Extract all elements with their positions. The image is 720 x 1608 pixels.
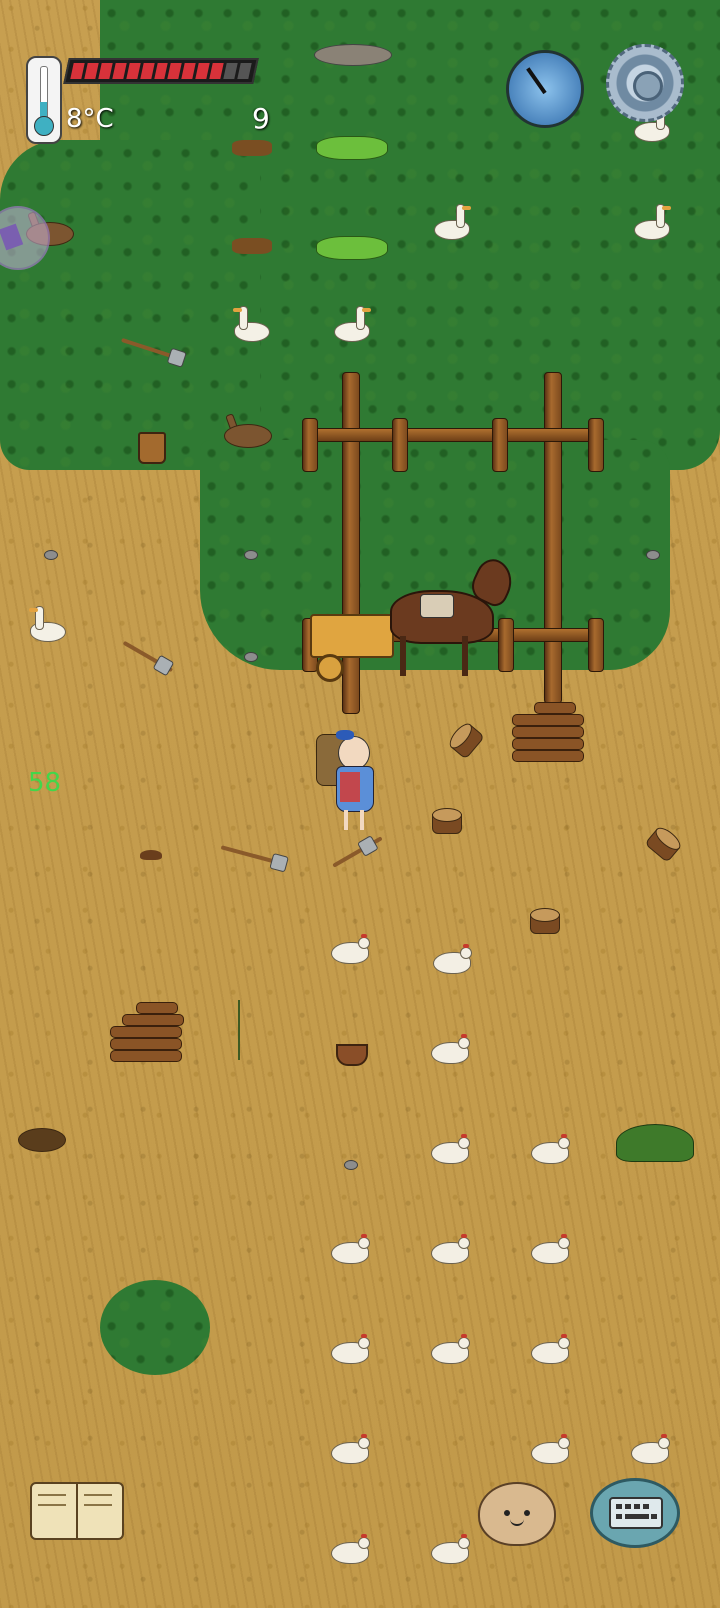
grassland-patch [100, 1280, 210, 1375]
wheat-sheaf[interactable] [316, 136, 388, 160]
tree-stump[interactable] [432, 707, 496, 773]
player-head [338, 736, 370, 770]
fence-post[interactable] [492, 418, 508, 472]
food-pip [167, 63, 183, 79]
food-pip [125, 63, 141, 79]
steel-axe[interactable] [122, 639, 175, 677]
goose[interactable] [26, 604, 70, 644]
wheat-sheaf[interactable] [316, 236, 388, 260]
food-pip [209, 63, 224, 79]
food-pip [84, 63, 99, 79]
domestic-chicken[interactable] [328, 934, 372, 966]
shovel[interactable] [220, 843, 289, 873]
horse-leg [462, 636, 468, 676]
kindling[interactable] [232, 238, 272, 254]
rabbit[interactable] [220, 413, 276, 450]
temperature-readout: 8°C [66, 104, 114, 134]
milkweed-plant[interactable] [238, 1000, 268, 1060]
goose[interactable] [230, 304, 274, 344]
firewood-pile[interactable] [512, 702, 586, 768]
food-pip [153, 63, 169, 79]
cart-wheel[interactable] [316, 654, 344, 682]
domestic-chicken[interactable] [428, 1034, 472, 1066]
food-pip [223, 63, 238, 79]
flint[interactable] [244, 652, 258, 662]
thermometer-icon [26, 56, 62, 144]
fence-rail[interactable] [302, 428, 604, 442]
berry-basket[interactable] [336, 1044, 368, 1066]
food-pip [98, 63, 113, 79]
food-pip [139, 63, 155, 79]
steel-axe[interactable] [331, 835, 383, 870]
player-bow [336, 730, 354, 740]
food-meter [63, 58, 259, 84]
gooseberry-bush[interactable] [616, 1124, 694, 1162]
fence-post[interactable] [392, 418, 408, 472]
dirt-mound[interactable] [140, 850, 162, 860]
goose[interactable] [630, 202, 674, 242]
rabbit-hole[interactable] [14, 1118, 70, 1154]
wooden-bucket[interactable] [138, 432, 166, 464]
goose[interactable] [330, 304, 374, 344]
player-legs [344, 810, 364, 830]
food-pip [237, 63, 252, 79]
player-character[interactable] [316, 726, 380, 836]
tree-stump[interactable] [516, 902, 572, 938]
domestic-chicken[interactable] [428, 1134, 472, 1166]
player-apron [340, 772, 360, 802]
dead-animal[interactable] [314, 44, 392, 66]
gear-icon[interactable] [606, 44, 684, 122]
domestic-chicken[interactable] [428, 1534, 472, 1566]
hay-cart[interactable] [310, 614, 394, 658]
flint[interactable] [344, 1160, 358, 1170]
domestic-chicken[interactable] [528, 1234, 572, 1266]
potato-face-icon[interactable] [478, 1482, 556, 1546]
domestic-chicken[interactable] [328, 1334, 372, 1366]
saddle [420, 594, 454, 618]
fence-post[interactable] [588, 618, 604, 672]
food-pip [181, 63, 196, 79]
game-world[interactable] [0, 0, 720, 1608]
domestic-chicken[interactable] [528, 1134, 572, 1166]
domestic-chicken[interactable] [328, 1434, 372, 1466]
flint[interactable] [44, 550, 58, 560]
book-icon[interactable] [30, 1478, 124, 1542]
food-pip [112, 63, 127, 79]
fps-counter: 58 [28, 768, 62, 798]
domestic-chicken[interactable] [528, 1334, 572, 1366]
domestic-chicken[interactable] [430, 944, 474, 976]
firewood-pile[interactable] [110, 1002, 184, 1068]
keyboard-speech-bubble-icon[interactable] [590, 1478, 680, 1548]
domestic-chicken[interactable] [528, 1434, 572, 1466]
fence-post[interactable] [544, 372, 562, 704]
kindling[interactable] [232, 140, 272, 156]
flint[interactable] [244, 550, 258, 560]
tree-stump[interactable] [631, 810, 697, 874]
domestic-chicken[interactable] [428, 1234, 472, 1266]
age-counter: 9 [252, 102, 270, 135]
fence-post[interactable] [498, 618, 514, 672]
food-pip [70, 63, 85, 79]
food-pip [195, 63, 210, 79]
fence-post[interactable] [588, 418, 604, 472]
domestic-chicken[interactable] [628, 1434, 672, 1466]
domestic-chicken[interactable] [328, 1234, 372, 1266]
tree-stump[interactable] [418, 802, 474, 838]
fence-post[interactable] [342, 372, 360, 714]
fence-post[interactable] [302, 418, 318, 472]
flint[interactable] [646, 550, 660, 560]
horse-leg [400, 636, 406, 676]
domestic-chicken[interactable] [328, 1534, 372, 1566]
goose[interactable] [430, 202, 474, 242]
compass-icon[interactable] [506, 50, 584, 128]
domestic-chicken[interactable] [428, 1334, 472, 1366]
